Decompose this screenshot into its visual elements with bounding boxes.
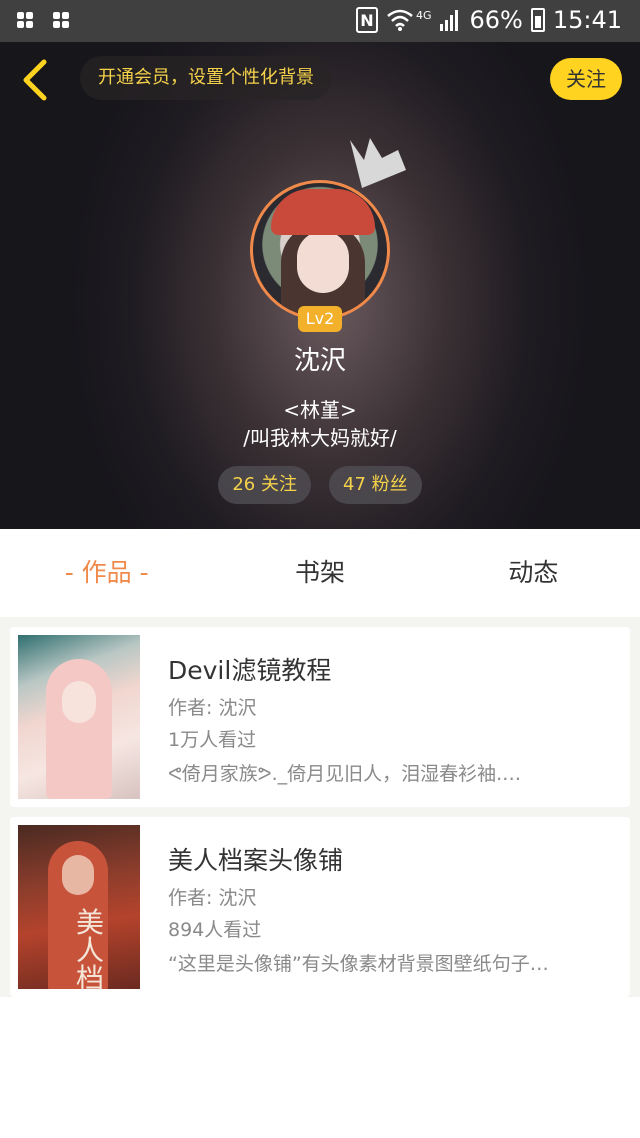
vip-background-button[interactable]: 开通会员，设置个性化背景 — [80, 56, 332, 100]
network-type: 4G — [415, 8, 432, 22]
work-author: 作者: 沈沢 — [168, 887, 257, 909]
follow-button[interactable]: 关注 — [550, 58, 622, 100]
avatar[interactable] — [250, 180, 390, 320]
tab-activity[interactable]: 动态 — [427, 529, 640, 617]
notification-app-icon — [53, 12, 69, 28]
wifi-icon — [387, 9, 413, 31]
signature-line: <林堇> — [283, 398, 357, 422]
battery-percent: 66% — [469, 6, 523, 34]
profile-header: 开通会员，设置个性化背景 关注 Lv2 沈沢 <林堇> /叫我林大妈就好/ 26… — [0, 42, 640, 529]
notification-app-icon — [17, 12, 33, 28]
work-cover-image: 美人档案 — [18, 825, 140, 989]
work-views: 1万人看过 — [168, 729, 257, 751]
fans-count-button[interactable]: 47 粉丝 — [329, 466, 422, 504]
level-badge: Lv2 — [298, 306, 342, 332]
back-arrow-icon[interactable] — [18, 58, 54, 102]
status-bar: N 4G 66% 15:41 — [0, 0, 640, 42]
signal-icon — [440, 10, 459, 31]
system-icons: N 4G 66% 15:41 — [355, 6, 622, 34]
tab-bookshelf[interactable]: 书架 — [213, 529, 426, 617]
battery-icon — [530, 8, 545, 32]
works-list: Devil滤镜教程 作者: 沈沢 1万人看过 ᕙ倚月家族ᕗ._倚月见旧人，泪湿春… — [0, 617, 640, 997]
crown-icon — [350, 138, 406, 188]
user-nickname: 沈沢 — [293, 346, 346, 376]
work-card[interactable]: 美人档案 美人档案头像铺 作者: 沈沢 894人看过 “这里是头像铺”有头像素材… — [10, 817, 630, 997]
notification-icons — [16, 10, 70, 30]
work-views: 894人看过 — [168, 919, 262, 941]
clock: 15:41 — [552, 6, 622, 34]
work-title: Devil滤镜教程 — [168, 656, 332, 685]
nfc-icon: N — [355, 7, 378, 33]
work-title: 美人档案头像铺 — [168, 846, 344, 875]
cover-text: 美人档案 — [76, 906, 105, 990]
work-cover-image — [18, 635, 140, 799]
profile-tabs: - 作品 - 书架 动态 — [0, 529, 640, 617]
following-count-button[interactable]: 26 关注 — [218, 466, 311, 504]
work-author: 作者: 沈沢 — [168, 697, 257, 719]
work-card[interactable]: Devil滤镜教程 作者: 沈沢 1万人看过 ᕙ倚月家族ᕗ._倚月见旧人，泪湿春… — [10, 627, 630, 807]
user-signature: <林堇> /叫我林大妈就好/ — [0, 396, 640, 452]
follow-stats: 26 关注 47 粉丝 — [0, 466, 640, 504]
signature-line: /叫我林大妈就好/ — [243, 426, 397, 450]
work-description: ᕙ倚月家族ᕗ._倚月见旧人，泪湿春衫袖.… — [168, 763, 522, 785]
tab-works[interactable]: - 作品 - — [0, 529, 213, 617]
work-description: “这里是头像铺”有头像素材背景图壁纸句子… — [168, 953, 549, 975]
